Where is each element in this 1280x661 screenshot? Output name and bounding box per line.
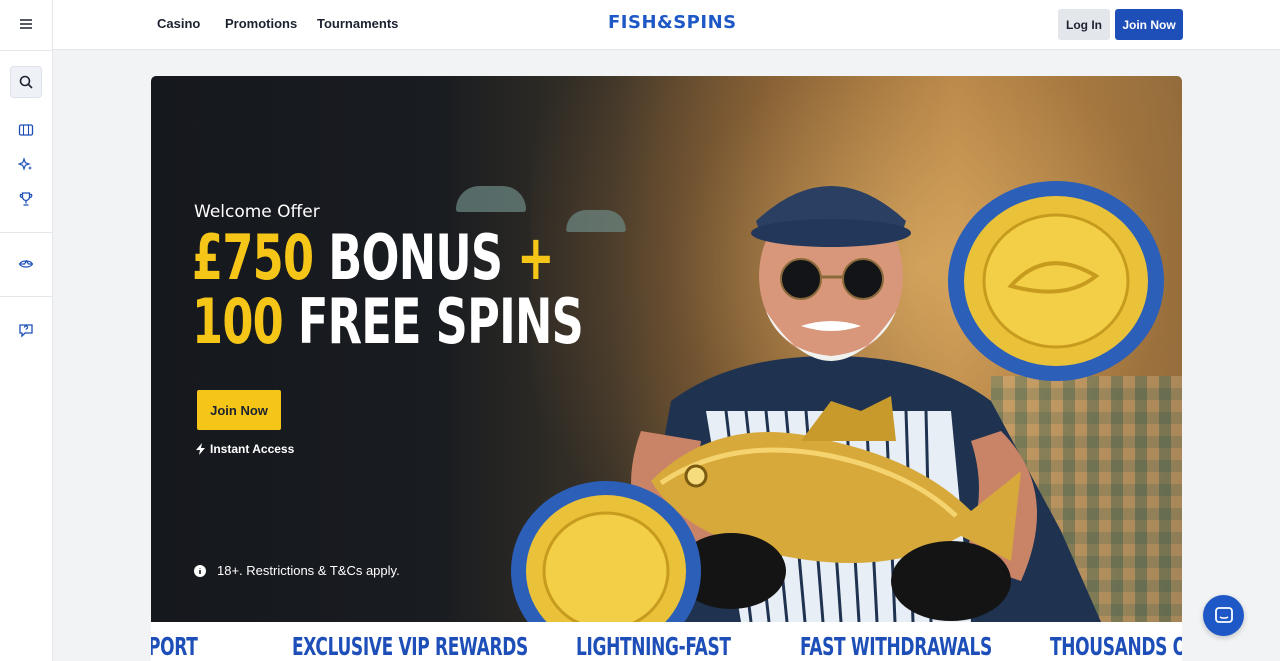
loyalty-icon[interactable] — [10, 248, 42, 280]
feature-item: EXCLUSIVE VIP REWARDS — [292, 632, 528, 661]
hero-banner[interactable]: Welcome Offer £750 BONUS + 100 FREE SPIN… — [151, 76, 1182, 622]
feature-item: LIGHTNING-FAST — [576, 632, 731, 661]
plus-sign: + — [517, 221, 554, 294]
headline-line-2: 100 FREE SPINS — [192, 290, 584, 354]
hero-eyebrow: Welcome Offer — [194, 202, 320, 222]
lightning-icon — [196, 443, 205, 455]
bonus-label: BONUS — [328, 221, 503, 294]
headline-line-1: £750 BONUS + — [192, 226, 583, 290]
coin-right — [948, 181, 1164, 381]
feature-item: FAST WITHDRAWALS — [800, 632, 992, 661]
sidebar-divider — [0, 232, 53, 233]
feature-item: PORT — [151, 632, 198, 661]
terms-notice: 18+. Restrictions & T&Cs apply. — [194, 563, 400, 578]
help-icon[interactable] — [10, 314, 42, 346]
info-icon — [194, 564, 206, 577]
terms-text: 18+. Restrictions & T&Cs apply. — [217, 563, 400, 578]
spins-count: 100 — [192, 285, 284, 358]
trophy-icon[interactable] — [10, 183, 42, 215]
spins-label: FREE SPINS — [297, 285, 584, 358]
slots-icon[interactable] — [10, 114, 42, 146]
chat-icon — [1214, 606, 1233, 623]
login-button[interactable]: Log In — [1058, 9, 1110, 40]
top-header: Casino Promotions Tournaments FISH&SPINS… — [53, 0, 1280, 50]
feature-item: THOUSANDS OF GA — [1050, 632, 1182, 661]
site-logo[interactable]: FISH&SPINS — [608, 12, 737, 33]
join-now-button[interactable]: Join Now — [1115, 9, 1183, 40]
nav-casino[interactable]: Casino — [157, 16, 200, 31]
hero-headline: £750 BONUS + 100 FREE SPINS — [192, 226, 584, 354]
hero-join-now-button[interactable]: Join Now — [197, 390, 281, 430]
fisherman-illustration — [511, 181, 1164, 622]
sidebar-divider — [0, 296, 53, 297]
sidebar-divider — [0, 50, 53, 51]
nav-tournaments[interactable]: Tournaments — [317, 16, 398, 31]
chat-launcher-button[interactable] — [1203, 595, 1244, 636]
instant-access: Instant Access — [196, 442, 294, 456]
bonus-amount: £750 — [192, 221, 314, 294]
feature-strip: PORT EXCLUSIVE VIP REWARDS LIGHTNING-FAS… — [151, 622, 1182, 661]
sidebar — [0, 0, 53, 661]
search-icon[interactable] — [10, 66, 42, 98]
menu-icon[interactable] — [10, 8, 42, 40]
instant-access-label: Instant Access — [210, 442, 295, 456]
nav-promotions[interactable]: Promotions — [225, 16, 297, 31]
sparkle-icon[interactable] — [10, 149, 42, 181]
